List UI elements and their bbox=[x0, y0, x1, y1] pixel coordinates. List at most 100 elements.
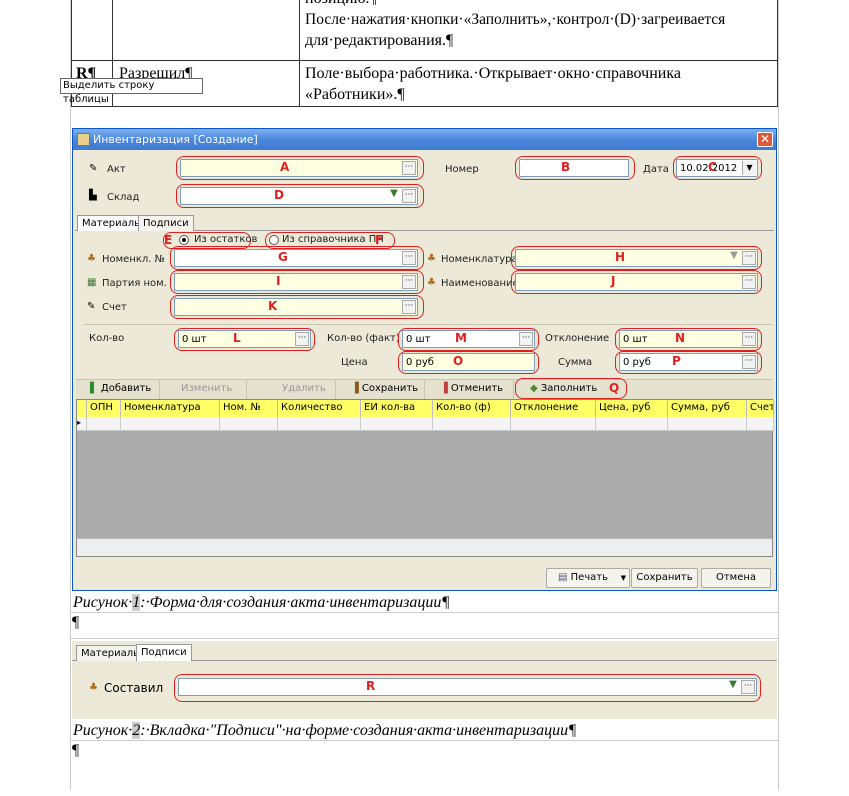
grid-cell[interactable] bbox=[596, 417, 668, 431]
app-icon bbox=[77, 133, 90, 146]
marker-E: E bbox=[164, 233, 173, 247]
nomenklatura-field[interactable]: ▼ ··· bbox=[515, 249, 758, 267]
ellipsis-button[interactable]: ··· bbox=[742, 355, 756, 369]
grid-header[interactable]: Кол-во (ф) bbox=[433, 400, 511, 417]
ellipsis-button[interactable]: ··· bbox=[741, 680, 755, 694]
fill-label: Заполнить bbox=[540, 383, 598, 394]
print-button[interactable]: ▤ Печать ▼ bbox=[546, 568, 630, 588]
signatures-panel: Материалы Подписи ♣ Составил ▼ ··· R bbox=[72, 641, 777, 719]
otklonenie-value: 0 шт bbox=[623, 334, 648, 345]
divider bbox=[71, 638, 778, 639]
marker-I: I bbox=[276, 274, 281, 288]
grid-corner bbox=[77, 400, 87, 417]
delete-label: Удалить bbox=[282, 383, 326, 394]
caption-text: :·Вкладка·"Подписи"·на·форме·создания·ак… bbox=[140, 722, 577, 739]
marker-F: F bbox=[375, 233, 384, 247]
tab-materials[interactable]: Материалы bbox=[77, 215, 147, 231]
filter-icon[interactable]: ▼ bbox=[727, 251, 741, 265]
table-border bbox=[71, 106, 778, 107]
grid-header[interactable]: Сумма, руб bbox=[668, 400, 747, 417]
grid-header[interactable]: Количество bbox=[278, 400, 361, 417]
nomenkl-no-field[interactable]: ··· bbox=[174, 249, 418, 267]
cancel-bottom-button[interactable]: Отмена bbox=[701, 568, 771, 588]
grid-cell[interactable] bbox=[278, 417, 361, 431]
otklonenie-label: Отклонение bbox=[545, 333, 610, 344]
ellipsis-button[interactable]: ··· bbox=[742, 251, 756, 265]
schet-field[interactable]: ··· bbox=[174, 298, 418, 316]
grid-header[interactable]: ЕИ кол-ва bbox=[361, 400, 433, 417]
cancel-icon: ▐ bbox=[440, 383, 448, 394]
ellipsis-button[interactable]: ··· bbox=[402, 251, 416, 265]
cena-field[interactable]: 0 руб bbox=[402, 353, 535, 371]
grid-cell[interactable] bbox=[87, 417, 121, 431]
data-grid[interactable]: ОПН Номенклатура Ном. № Количество ЕИ ко… bbox=[76, 399, 774, 557]
marker-G: G bbox=[278, 250, 288, 264]
grid-header[interactable]: ОПН bbox=[87, 400, 121, 417]
partiya-field[interactable]: ··· bbox=[174, 273, 418, 291]
title-bar[interactable]: Инвентаризация [Создание] bbox=[73, 129, 776, 150]
close-button[interactable]: ✕ bbox=[757, 132, 773, 147]
divider bbox=[83, 324, 773, 325]
otklonenie-field[interactable]: 0 шт ··· bbox=[619, 330, 758, 348]
grid-cell[interactable] bbox=[668, 417, 747, 431]
table-cell-text: После·нажатия·кнопки·«Заполнить»,·контро… bbox=[305, 11, 726, 28]
kolvo-fakt-field[interactable]: 0 шт ··· bbox=[402, 330, 535, 348]
table-border bbox=[71, 60, 778, 61]
paragraph-mark: ¶ bbox=[72, 614, 80, 631]
add-button[interactable]: ▌ Добавить bbox=[78, 380, 160, 399]
fill-button[interactable]: ◆ Заполнить bbox=[518, 380, 608, 399]
ellipsis-button[interactable]: ··· bbox=[402, 189, 416, 203]
grid-header[interactable]: Счет bbox=[747, 400, 774, 417]
nomer-field[interactable] bbox=[519, 159, 629, 177]
table-cell-text: Поле·выбора·работника.·Открывает·окно·сп… bbox=[305, 65, 681, 82]
tab-signatures[interactable]: Подписи bbox=[138, 215, 194, 231]
kolvo-field[interactable]: 0 шт ··· bbox=[178, 330, 311, 348]
delete-button[interactable]: Удалить bbox=[248, 380, 336, 399]
grid-header[interactable]: Отклонение bbox=[511, 400, 596, 417]
kolvo-label: Кол-во bbox=[89, 333, 125, 344]
summa-field[interactable]: 0 руб ··· bbox=[619, 353, 758, 371]
radio-from-stock[interactable] bbox=[179, 235, 189, 245]
add-label: Добавить bbox=[100, 383, 152, 394]
grid-header[interactable]: Цена, руб bbox=[596, 400, 668, 417]
summa-value: 0 руб bbox=[623, 357, 651, 368]
grid-header[interactable]: Номенклатура bbox=[121, 400, 220, 417]
grid-cell[interactable] bbox=[220, 417, 278, 431]
ellipsis-button[interactable]: ··· bbox=[519, 332, 533, 346]
warehouse-icon: ▙ bbox=[89, 190, 97, 201]
grid-cell[interactable] bbox=[433, 417, 511, 431]
grid-cell[interactable] bbox=[747, 417, 774, 431]
ellipsis-button[interactable]: ··· bbox=[742, 332, 756, 346]
ellipsis-button[interactable]: ··· bbox=[295, 332, 309, 346]
ellipsis-button[interactable]: ··· bbox=[402, 161, 416, 175]
tab-signatures[interactable]: Подписи bbox=[136, 644, 192, 661]
grid-header[interactable]: Ном. № bbox=[220, 400, 278, 417]
save-button[interactable]: ▐ Сохранить bbox=[337, 380, 425, 399]
cancel-button[interactable]: ▐ Отменить bbox=[426, 380, 514, 399]
ellipsis-button[interactable]: ··· bbox=[402, 275, 416, 289]
edit-button[interactable]: Изменить bbox=[161, 380, 247, 399]
save-bottom-button[interactable]: Сохранить bbox=[631, 568, 698, 588]
filter-icon[interactable]: ▼ bbox=[387, 189, 401, 203]
dropdown-arrow-icon[interactable]: ▼ bbox=[742, 161, 756, 175]
composer-field[interactable]: ▼ ··· bbox=[178, 678, 757, 696]
grid-cell[interactable] bbox=[511, 417, 596, 431]
sklad-field[interactable]: ▼ ··· bbox=[180, 187, 418, 205]
radio-from-ref[interactable] bbox=[269, 235, 279, 245]
grid-cell[interactable] bbox=[121, 417, 220, 431]
date-field[interactable]: 10.02.2012 ▼ bbox=[676, 159, 758, 177]
naimenovanie-label: Наименование bbox=[441, 278, 519, 289]
ellipsis-button[interactable]: ··· bbox=[742, 275, 756, 289]
radio-from-ref-label: Из справочника ПН bbox=[282, 234, 384, 245]
akt-field[interactable]: ··· bbox=[180, 159, 418, 177]
filter-icon[interactable]: ▼ bbox=[726, 680, 740, 694]
naimenovanie-field[interactable]: ··· bbox=[515, 273, 758, 291]
radio-from-stock-label: Из остатков bbox=[194, 234, 258, 245]
dropdown-arrow-icon[interactable]: ▼ bbox=[621, 569, 626, 587]
ellipsis-button[interactable]: ··· bbox=[402, 300, 416, 314]
marker-O: O bbox=[453, 354, 464, 368]
marker-R: R bbox=[366, 679, 376, 693]
sklad-label: Склад bbox=[107, 192, 140, 203]
grid-cell[interactable] bbox=[361, 417, 433, 431]
print-label: Печать bbox=[570, 572, 609, 583]
